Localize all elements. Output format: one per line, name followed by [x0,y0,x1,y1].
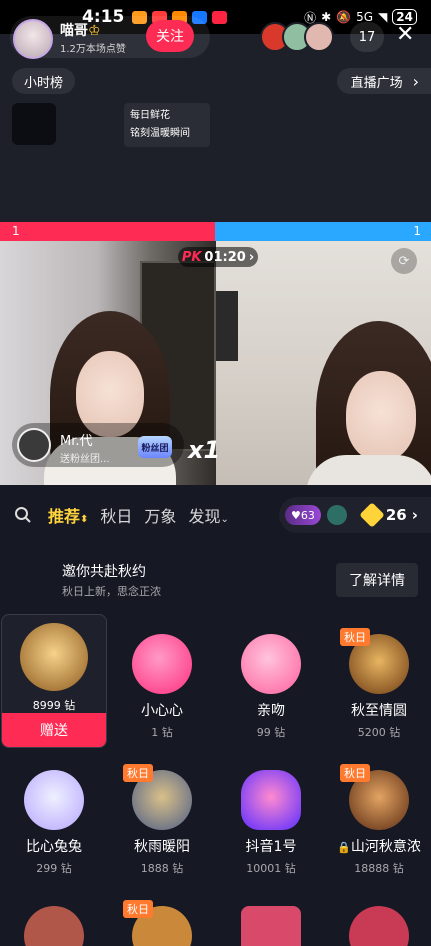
autumn-tag: 秋日 [123,900,153,918]
gift-image [349,906,409,946]
chevron-right-icon: › [248,249,255,265]
gift-name: 抖音1号 [245,839,297,855]
autumn-tag: 秋日 [123,764,153,782]
small-preview-thumbnail[interactable] [12,103,56,145]
right-streamer-video[interactable] [216,241,431,485]
live-header [0,34,431,234]
tab-wanxiang[interactable]: 万象 [144,503,176,527]
banner-subtitle: 秋日上新，思念正浓 [62,585,161,598]
flower-card-line1: 每日鲜花 [130,110,170,121]
autumn-tag: 秋日 [340,628,370,646]
pk-score-bar: 1 1 [0,222,431,241]
gift-name: 🔒山河秋意浓 [337,839,421,855]
gift-action-text: 送粉丝团... [60,454,110,465]
chevron-right-icon: › [412,71,419,91]
gift-image [20,623,88,691]
mute-icon: 🔕 [336,10,352,24]
flower-card[interactable]: 每日鲜花 铭刻温暖瞬间 [124,103,210,147]
sender-avatar[interactable] [17,428,51,462]
gift-item[interactable] [1,896,107,946]
gift-item[interactable]: 秋日 秋至情圆 5200 钻 [326,624,431,758]
tab-discover[interactable]: 发现⌄ [188,503,228,527]
pk-left-score: 1 [0,222,215,241]
gem-icon [326,505,347,525]
tab-autumn[interactable]: 秋日 [100,503,132,527]
gift-price: 299 钻 [36,862,72,875]
sender-name: Mr.代 [60,434,93,449]
lock-icon: 🔒 [337,841,351,854]
gift-item[interactable]: 抖音1号 10001 钻 [218,760,324,894]
sort-arrows-icon: ⬍ [80,514,89,525]
gift-item[interactable]: 秋日 🔒山河秋意浓 18888 钻 [326,760,431,894]
viewer-count[interactable]: 17 [350,22,384,52]
pk-right-score: 1 [215,222,431,241]
gift-price: 99 钻 [256,726,286,739]
gift-price: 18888 钻 [354,862,404,875]
rocket-icon [241,770,301,830]
gift-name: 比心兔兔 [26,839,82,855]
banner-title: 邀你共赴秋约 [62,564,146,580]
autumn-banner: 邀你共赴秋约 秋日上新，思念正浓 了解详情 [0,555,431,605]
gift-price: 5200 钻 [357,726,401,739]
coin-balance[interactable]: 26 › [359,502,418,528]
viewer-avatars[interactable] [260,22,334,52]
viewer-avatar[interactable] [304,22,334,52]
heart-icon [132,634,192,694]
host-likes: 1.2万本场点赞 [60,44,126,55]
pk-time: 01:20 [204,249,246,265]
search-icon[interactable] [12,504,34,526]
chevron-down-icon: ⌄ [220,514,229,525]
gift-combo-count: x1 [188,436,221,464]
gift-item[interactable]: 亲吻 99 钻 [218,624,324,758]
pk-label: PK [181,249,202,265]
gift-price: 8999 钻 [32,699,76,712]
wallet-bar[interactable]: ♥ 63 26 › [279,497,431,533]
follow-button[interactable]: 关注 [146,20,194,52]
autumn-tag: 秋日 [340,764,370,782]
gift-name: 秋至情圆 [351,703,407,719]
host-avatar[interactable] [13,19,53,59]
chevron-right-icon: › [411,506,418,524]
gift-item[interactable]: 比心兔兔 299 钻 [1,760,107,894]
send-gift-button[interactable]: 赠送 [2,713,106,747]
flower-card-line2: 铭刻温暖瞬间 [130,128,190,139]
live-square-label: 直播广场 [350,75,403,91]
gift-item[interactable]: 秋日 [109,896,215,946]
gift-item-selected[interactable]: 8999 钻 赠送 [1,614,107,748]
gift-name: 小心心 [141,703,183,719]
hour-rank-button[interactable]: 小时榜 [12,68,76,94]
gift-name: 秋雨暖阳 [134,839,190,855]
gift-item[interactable]: 秋日 秋雨暖阳 1888 钻 [109,760,215,894]
pk-timer[interactable]: PK 01:20 › [178,247,258,267]
notification-app-icon [212,10,228,24]
gift-price: 10001 钻 [246,862,296,875]
gift-price: 1 钻 [151,726,173,739]
gift-item[interactable] [326,896,431,946]
gift-item[interactable] [218,896,324,946]
gift-name: 亲吻 [257,703,285,719]
wifi-icon: ◥ [378,10,388,24]
share-icon[interactable]: ⟳ [391,248,417,274]
gift-item[interactable]: 小心心 1 钻 [109,624,215,758]
gift-image [241,906,301,946]
diamond-icon [359,502,385,528]
learn-more-button[interactable]: 了解详情 [336,563,418,597]
gift-price: 1888 钻 [140,862,184,875]
user-level-badge[interactable]: ♥ 63 [285,505,321,525]
streamer-face [346,371,416,461]
live-square-button[interactable]: 直播广场 › [336,68,431,94]
wall-frame [216,291,238,361]
bunny-icon [24,770,84,830]
host-name: 喵哥♔ [60,23,101,39]
close-icon[interactable]: ✕ [396,22,414,47]
fan-club-badge: 粉丝团 [138,436,172,458]
crown-icon: ♔ [88,23,101,39]
tab-recommend[interactable]: 推荐⬍ [48,503,88,527]
kiss-heart-icon [241,634,301,694]
gift-image [24,906,84,946]
